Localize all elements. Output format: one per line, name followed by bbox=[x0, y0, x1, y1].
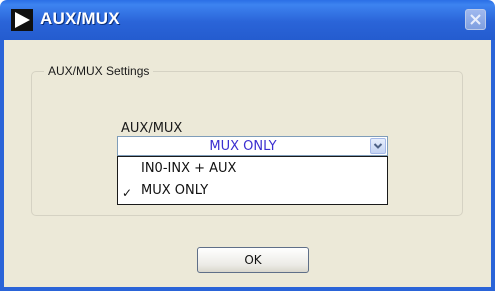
dialog-window: AUX/MUX AUX/MUX Settings AUX/MUX MUX ONL… bbox=[0, 0, 495, 291]
dropdown-list: IN0-INX + AUX ✓ MUX ONLY bbox=[117, 156, 388, 205]
option-label: MUX ONLY bbox=[141, 183, 209, 198]
window-title: AUX/MUX bbox=[40, 9, 120, 28]
groupbox-legend: AUX/MUX Settings bbox=[44, 64, 154, 78]
aux-mux-label: AUX/MUX bbox=[121, 121, 183, 136]
play-arrow-icon bbox=[11, 9, 33, 31]
close-icon bbox=[470, 14, 481, 25]
option-label: IN0-INX + AUX bbox=[141, 161, 237, 176]
close-button[interactable] bbox=[465, 9, 486, 30]
aux-mux-combobox[interactable]: MUX ONLY bbox=[117, 136, 388, 156]
dropdown-option-in0-inx-aux[interactable]: IN0-INX + AUX bbox=[118, 159, 387, 179]
checkmark-icon: ✓ bbox=[122, 186, 133, 200]
dropdown-option-mux-only[interactable]: ✓ MUX ONLY bbox=[118, 181, 387, 201]
dropdown-arrow-button[interactable] bbox=[370, 138, 386, 154]
title-bar[interactable]: AUX/MUX bbox=[0, 0, 495, 40]
ok-button[interactable]: OK bbox=[197, 247, 309, 273]
combo-selected-value: MUX ONLY bbox=[209, 139, 277, 154]
chevron-down-icon bbox=[373, 143, 383, 149]
